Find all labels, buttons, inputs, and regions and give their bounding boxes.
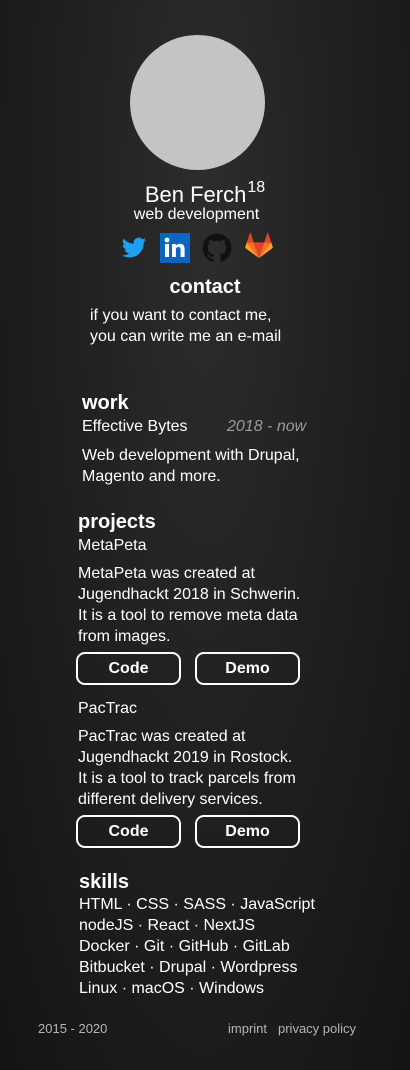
gitlab-icon	[245, 232, 273, 259]
avatar	[130, 35, 265, 170]
pactrac-demo-button[interactable]: Demo	[195, 815, 300, 848]
project-description-line: PacTrac was created at	[78, 728, 246, 745]
linkedin-icon	[160, 233, 190, 263]
project-description-line: Jugendhackt 2019 in Rostock.	[78, 749, 293, 766]
metapeta-code-button[interactable]: Code	[76, 652, 181, 685]
work-description-line: Magento and more.	[82, 468, 221, 485]
profile-age: 18	[247, 179, 266, 196]
project-description-pactrac: PacTrac was created at Jugendhackt 2019 …	[78, 726, 296, 810]
projects-heading: projects	[78, 511, 156, 533]
skills-heading: skills	[79, 871, 130, 893]
project-description-line: from images.	[78, 628, 171, 645]
skills-line: nodeJS · React · NextJS	[79, 917, 256, 934]
work-description: Web development with Drupal, Magento and…	[82, 445, 300, 487]
contact-line: if you want to contact me,	[90, 307, 272, 324]
work-description-line: Web development with Drupal,	[82, 447, 300, 464]
project-name-pactrac: PacTrac	[78, 700, 137, 717]
project-name-metapeta: MetaPeta	[78, 537, 147, 554]
github-link[interactable]	[202, 233, 232, 262]
metapeta-demo-button[interactable]: Demo	[195, 652, 300, 685]
contact-text: if you want to contact me, you can write…	[90, 305, 390, 347]
project-description-line: MetaPeta was created at	[78, 565, 255, 582]
work-period: 2018 - now	[227, 418, 307, 435]
project-description-line: different delivery services.	[78, 791, 263, 808]
gitlab-link[interactable]	[245, 232, 273, 261]
skills-line: Linux · macOS · Windows	[79, 980, 264, 997]
profile-name: Ben Ferch	[144, 182, 247, 207]
project-description-metapeta: MetaPeta was created at Jugendhackt 2018…	[78, 563, 300, 647]
contact-line: you can write me an e-mail	[90, 328, 282, 345]
profile-tagline: web development	[133, 206, 260, 223]
project-description-line: It is a tool to track parcels from	[78, 770, 296, 787]
privacy-policy-link[interactable]: privacy policy	[278, 1021, 356, 1037]
pactrac-code-button[interactable]: Code	[76, 815, 181, 848]
skills-list: HTML · CSS · SASS · JavaScript nodeJS · …	[79, 894, 315, 999]
imprint-link[interactable]: imprint	[228, 1021, 267, 1037]
skills-line: Docker · Git · GitHub · GitLab	[79, 938, 290, 955]
github-icon	[202, 233, 232, 262]
skills-line: Bitbucket · Drupal · Wordpress	[79, 959, 298, 976]
skills-line: HTML · CSS · SASS · JavaScript	[79, 896, 315, 913]
footer-years: 2015 - 2020	[38, 1021, 108, 1036]
twitter-link[interactable]	[120, 233, 148, 261]
work-heading: work	[82, 392, 129, 414]
social-links	[120, 232, 280, 263]
linkedin-link[interactable]	[160, 233, 190, 263]
project-description-line: It is a tool to remove meta data	[78, 607, 298, 624]
work-company: Effective Bytes	[82, 418, 188, 435]
twitter-icon	[121, 237, 147, 258]
contact-heading: contact	[169, 276, 241, 298]
project-description-line: Jugendhackt 2018 in Schwerin.	[78, 586, 301, 603]
